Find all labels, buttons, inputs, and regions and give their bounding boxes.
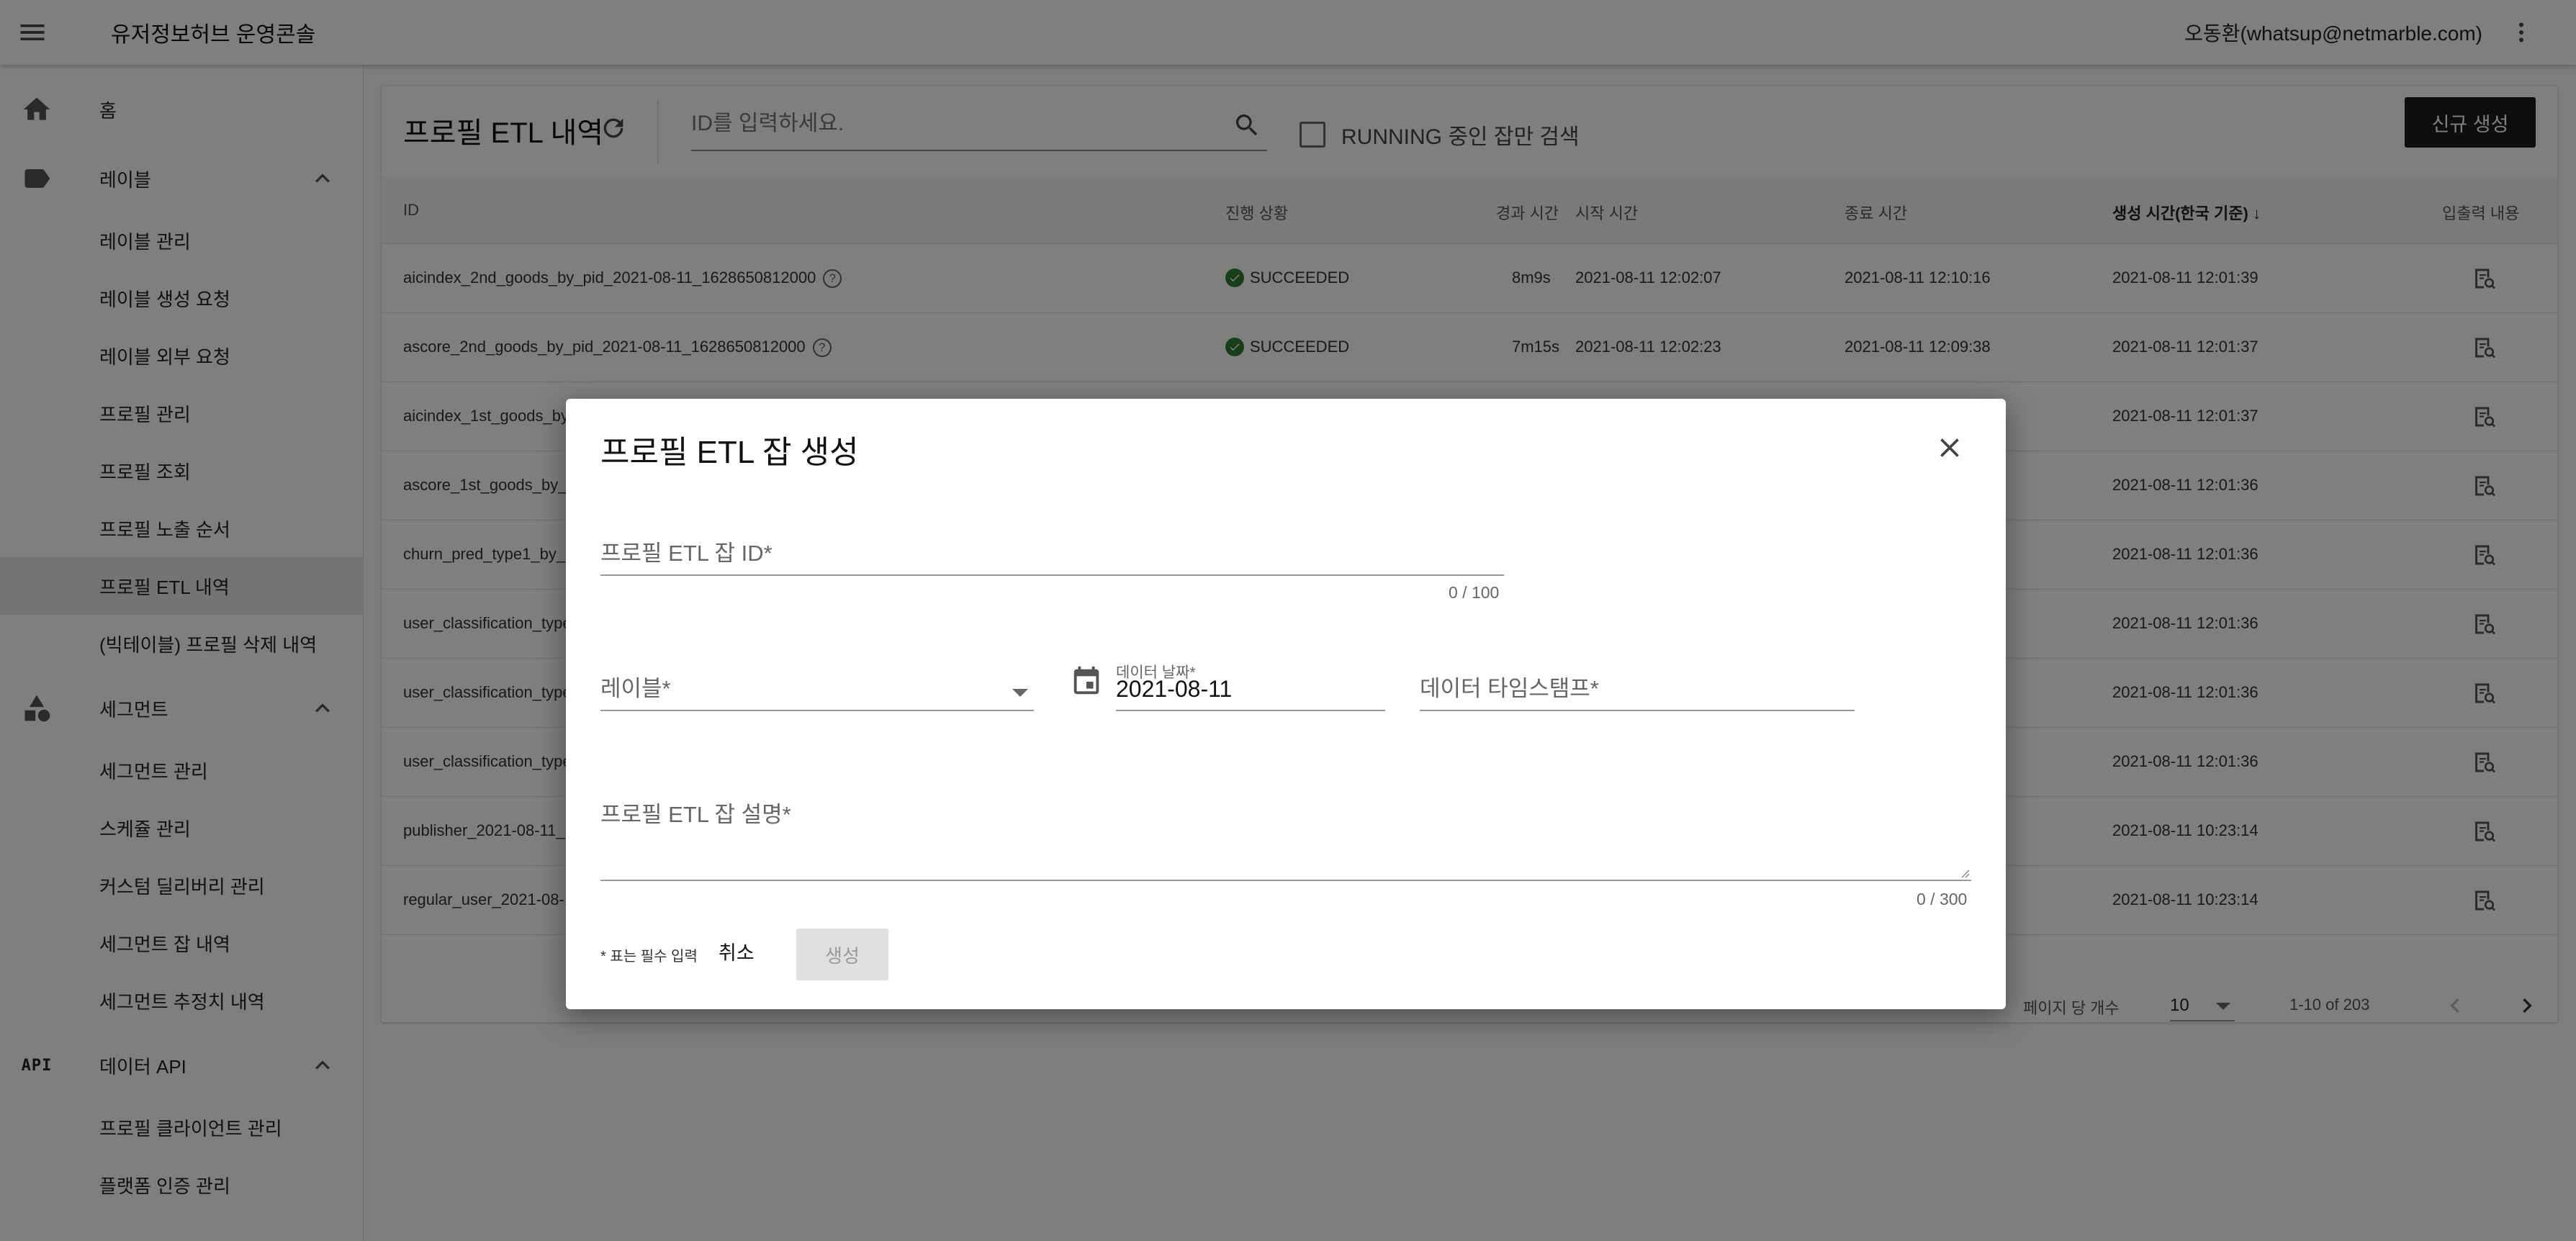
data-date-field[interactable]: 데이터 날짜* 2021-08-11 bbox=[1116, 651, 1385, 711]
dialog-title: 프로필 ETL 잡 생성 bbox=[600, 435, 859, 470]
cancel-button[interactable]: 취소 bbox=[719, 937, 755, 965]
description-placeholder: 프로필 ETL 잡 설명* bbox=[600, 802, 791, 827]
data-timestamp-placeholder: 데이터 타임스탬프* bbox=[1420, 676, 1599, 701]
data-date-value: 2021-08-11 bbox=[1116, 676, 1233, 702]
label-select[interactable]: 레이블* bbox=[600, 651, 1034, 711]
job-id-counter: 0 / 100 bbox=[1449, 583, 1500, 602]
required-note: * 표는 필수 입력 bbox=[600, 949, 698, 965]
label-placeholder: 레이블* bbox=[600, 676, 671, 701]
description-field[interactable]: 프로필 ETL 잡 설명* bbox=[600, 790, 1971, 881]
resize-handle-icon[interactable] bbox=[1958, 867, 1970, 878]
data-timestamp-field[interactable]: 데이터 타임스탬프* bbox=[1420, 651, 1855, 711]
description-counter: 0 / 300 bbox=[1917, 890, 1968, 908]
job-id-field[interactable]: 프로필 ETL 잡 ID* bbox=[600, 514, 1504, 576]
job-id-placeholder: 프로필 ETL 잡 ID* bbox=[600, 541, 773, 566]
close-icon[interactable] bbox=[1934, 432, 1965, 464]
calendar-icon[interactable] bbox=[1070, 665, 1103, 698]
dropdown-arrow-icon bbox=[1012, 689, 1028, 697]
create-etl-job-dialog: 프로필 ETL 잡 생성 프로필 ETL 잡 ID* 0 / 100 레이블* … bbox=[566, 399, 2006, 1009]
create-button[interactable]: 생성 bbox=[796, 929, 888, 980]
